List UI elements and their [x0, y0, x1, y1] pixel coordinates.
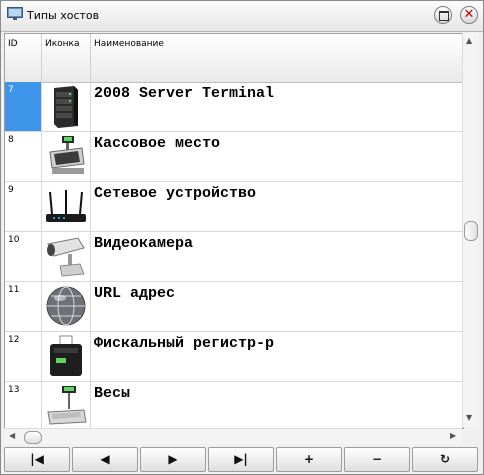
scroll-up-icon[interactable]: ▲ [466, 36, 472, 45]
hosts-grid[interactable]: ID Иконка Наименование 7 2008 Server Ter… [4, 33, 464, 429]
grid-rows: 7 2008 Server Terminal 8 Кассовое место … [5, 82, 463, 428]
delete-record-button[interactable]: − [344, 447, 410, 472]
row-icon-cell[interactable] [42, 132, 91, 181]
row-id-cell[interactable]: 9 [5, 182, 42, 231]
table-row[interactable]: 8 Кассовое место [5, 132, 463, 182]
server-icon [54, 86, 78, 128]
row-name-cell[interactable]: 2008 Server Terminal [91, 82, 463, 131]
close-icon: ✕ [463, 7, 475, 22]
navigation-toolbar: |◀ ◀ ▶ ▶| + − ↻ [4, 447, 480, 473]
row-name-cell[interactable]: Весы [91, 382, 463, 428]
vertical-scrollbar[interactable]: ▲ ▼ [462, 33, 479, 427]
prev-record-button[interactable]: ◀ [72, 447, 138, 472]
hosts-types-window: Типы хостов ✕ ID Иконка Наименование 7 2… [0, 0, 484, 475]
scales-icon [47, 386, 87, 425]
row-name-cell[interactable]: Сетевое устройство [91, 182, 463, 231]
router-icon [46, 190, 86, 222]
window-title: Типы хостов [27, 9, 100, 22]
restore-button[interactable] [434, 6, 452, 24]
restore-icon [439, 11, 449, 21]
globe-icon [46, 286, 86, 326]
column-header-name[interactable]: Наименование [91, 34, 463, 82]
close-button[interactable]: ✕ [460, 6, 478, 24]
title-bar[interactable]: Типы хостов ✕ [1, 1, 483, 32]
row-name-cell[interactable]: Кассовое место [91, 132, 463, 181]
table-row[interactable]: 13 Весы [5, 382, 463, 428]
row-icon-cell[interactable] [42, 332, 91, 381]
first-record-button[interactable]: |◀ [4, 447, 70, 472]
scroll-right-icon[interactable]: ▶ [450, 431, 456, 440]
vertical-scroll-thumb[interactable] [464, 221, 478, 241]
table-row[interactable]: 10 Видеокамера [5, 232, 463, 282]
row-icon-cell[interactable] [42, 182, 91, 231]
last-record-button[interactable]: ▶| [208, 447, 274, 472]
scroll-down-icon[interactable]: ▼ [466, 413, 472, 422]
scroll-left-icon[interactable]: ◀ [9, 431, 15, 440]
table-row[interactable]: 12 Фискальный регистр-р [5, 332, 463, 382]
table-row[interactable]: 9 Сетевое устройство [5, 182, 463, 232]
camera-icon [47, 237, 85, 277]
column-header-id[interactable]: ID [5, 34, 42, 82]
table-row[interactable]: 7 2008 Server Terminal [5, 82, 463, 132]
row-id-cell[interactable]: 13 [5, 382, 42, 428]
column-header-icon[interactable]: Иконка [42, 34, 91, 82]
window-app-icon [7, 7, 23, 20]
grid-header: ID Иконка Наименование [5, 34, 463, 83]
row-icon-cell[interactable] [42, 82, 91, 131]
horizontal-scrollbar[interactable]: ◀ ▶ [4, 428, 462, 444]
row-icon-cell[interactable] [42, 232, 91, 281]
row-icon-cell[interactable] [42, 282, 91, 331]
row-id-cell[interactable]: 11 [5, 282, 42, 331]
horizontal-scroll-thumb[interactable] [24, 431, 42, 444]
refresh-button[interactable]: ↻ [412, 447, 478, 472]
row-id-cell[interactable]: 7 [5, 82, 42, 131]
cash-register-icon [49, 136, 85, 174]
row-name-cell[interactable]: Фискальный регистр-р [91, 332, 463, 381]
row-name-cell[interactable]: URL адрес [91, 282, 463, 331]
row-id-cell[interactable]: 10 [5, 232, 42, 281]
row-name-cell[interactable]: Видеокамера [91, 232, 463, 281]
add-record-button[interactable]: + [276, 447, 342, 472]
fiscal-printer-icon [50, 335, 82, 376]
table-row[interactable]: 11 URL адрес [5, 282, 463, 332]
row-icon-cell[interactable] [42, 382, 91, 428]
row-id-cell[interactable]: 12 [5, 332, 42, 381]
next-record-button[interactable]: ▶ [140, 447, 206, 472]
row-id-cell[interactable]: 8 [5, 132, 42, 181]
